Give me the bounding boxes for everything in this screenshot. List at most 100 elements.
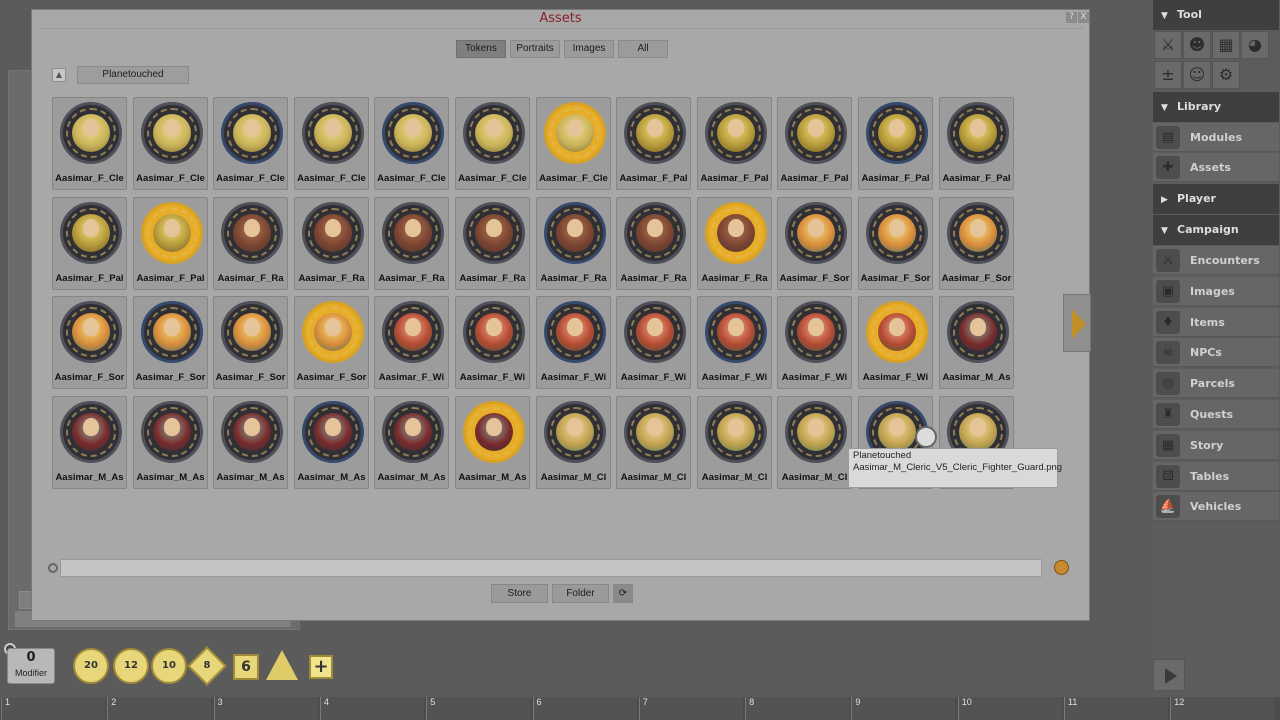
hotkey-slot[interactable]: 11 (1064, 697, 1168, 720)
token-cell[interactable]: Aasimar_F_Wi (777, 296, 852, 389)
colors-icon[interactable]: ◕ (1241, 31, 1269, 59)
token-cell[interactable]: Aasimar_F_Sor (858, 197, 933, 290)
token-cell[interactable]: Aasimar_F_Sor (133, 296, 208, 389)
party-sheet-icon[interactable]: ☻ (1183, 31, 1211, 59)
token-cell[interactable]: Aasimar_F_Cle (213, 97, 288, 190)
sidebar-item-story[interactable]: ▦ Story (1153, 430, 1279, 460)
hotkey-slot[interactable]: 12 (1170, 697, 1275, 720)
token-cell[interactable]: Aasimar_F_Pal (52, 197, 127, 290)
hotkey-slot[interactable]: 8 (745, 697, 850, 720)
calendar-icon[interactable]: ▦ (1212, 31, 1240, 59)
token-cell[interactable]: Aasimar_F_Sor (777, 197, 852, 290)
d6-die[interactable]: 6 (233, 654, 259, 680)
search-input[interactable] (60, 559, 1042, 577)
token-cell[interactable]: Aasimar_M_As (939, 296, 1014, 389)
token-cell[interactable]: Aasimar_M_As (455, 396, 530, 489)
tab-portraits[interactable]: Portraits (510, 40, 560, 58)
sidebar-item-encounters[interactable]: ⚔ Encounters (1153, 246, 1279, 275)
token-cell[interactable]: Aasimar_F_Pal (616, 97, 691, 190)
folder-button[interactable]: Folder (552, 584, 609, 603)
sidebar-item-quests[interactable]: ♜ Quests (1153, 400, 1279, 429)
tab-tokens[interactable]: Tokens (456, 40, 506, 58)
token-cell[interactable]: Aasimar_F_Ra (294, 197, 369, 290)
campaign-header[interactable]: ▼ Campaign (1153, 215, 1279, 245)
sidebar-item-parcels[interactable]: ◎ Parcels (1153, 369, 1279, 399)
folder-up-button[interactable]: ▲ (52, 68, 66, 82)
token-cell[interactable]: Aasimar_F_Pal (777, 97, 852, 190)
hotkey-slot[interactable]: 6 (532, 697, 637, 720)
hotkey-slot[interactable]: 5 (426, 697, 531, 720)
tool-header[interactable]: ▼ Tool (1153, 0, 1279, 30)
add-die-button[interactable]: + (309, 655, 333, 679)
token-cell[interactable]: Aasimar_F_Pal (697, 97, 772, 190)
combat-tracker-icon[interactable]: ⚔ (1154, 31, 1182, 59)
token-cell[interactable]: Aasimar_F_Cle (52, 97, 127, 190)
token-cell[interactable]: Aasimar_F_Pal (133, 197, 208, 290)
hotkey-slot[interactable]: 3 (213, 697, 318, 720)
hotkey-slot[interactable]: 1 (1, 697, 105, 720)
token-cell[interactable]: Aasimar_F_Cle (294, 97, 369, 190)
token-cell[interactable]: Aasimar_F_Sor (52, 296, 127, 389)
token-cell[interactable]: Aasimar_F_Pal (858, 97, 933, 190)
token-cell[interactable]: Aasimar_F_Wi (858, 296, 933, 389)
token-cell[interactable]: Aasimar_M_As (374, 396, 449, 489)
sidebar-item-modules[interactable]: ▤ Modules (1153, 123, 1279, 152)
token-cell[interactable]: Aasimar_M_Cl (616, 396, 691, 489)
token-cell[interactable]: Aasimar_F_Wi (536, 296, 611, 389)
sidebar-item-npcs[interactable]: ☠ NPCs (1153, 338, 1279, 368)
folder-planetouched[interactable]: Planetouched (77, 66, 189, 84)
token-cell[interactable]: Aasimar_F_Ra (616, 197, 691, 290)
token-cell[interactable]: Aasimar_M_As (52, 396, 127, 489)
hotkey-slot[interactable]: 7 (638, 697, 743, 720)
grid-view-icon[interactable] (1054, 560, 1069, 575)
sidebar-item-tables[interactable]: ⚄ Tables (1153, 461, 1279, 491)
sidebar-item-assets[interactable]: ✚ Assets (1153, 153, 1279, 182)
help-button[interactable]: ? (1066, 12, 1077, 23)
hotkey-slot[interactable]: 10 (957, 697, 1062, 720)
token-cell[interactable]: Aasimar_F_Cle (536, 97, 611, 190)
token-cell[interactable]: Aasimar_M_Cl (777, 396, 852, 489)
token-cell[interactable]: Aasimar_F_Ra (536, 197, 611, 290)
token-cell[interactable]: Aasimar_M_As (133, 396, 208, 489)
tab-images[interactable]: Images (564, 40, 614, 58)
token-cell[interactable]: Aasimar_F_Ra (455, 197, 530, 290)
token-cell[interactable]: Aasimar_F_Wi (455, 296, 530, 389)
token-cell[interactable]: Aasimar_F_Wi (697, 296, 772, 389)
token-cell[interactable]: Aasimar_F_Cle (374, 97, 449, 190)
token-cell[interactable]: Aasimar_F_Ra (374, 197, 449, 290)
token-cell[interactable]: Aasimar_F_Cle (133, 97, 208, 190)
token-cell[interactable]: Aasimar_M_Cl (697, 396, 772, 489)
d20-die[interactable]: 20 (73, 648, 109, 684)
refresh-button[interactable]: ⟳ (613, 584, 633, 603)
modifier-box[interactable]: 0 Modifier (7, 648, 55, 684)
d8-die[interactable]: 8 (187, 646, 227, 686)
token-cell[interactable]: Aasimar_F_Sor (213, 296, 288, 389)
player-header[interactable]: ▶ Player (1153, 184, 1279, 214)
token-cell[interactable]: Aasimar_M_As (213, 396, 288, 489)
effects-icon[interactable]: ☺ (1183, 61, 1211, 89)
d10-die[interactable]: 10 (151, 648, 187, 684)
sidebar-item-vehicles[interactable]: ⛵ Vehicles (1153, 492, 1279, 522)
token-cell[interactable]: Aasimar_F_Wi (616, 296, 691, 389)
token-cell[interactable]: Aasimar_F_Ra (213, 197, 288, 290)
tab-all[interactable]: All (618, 40, 668, 58)
library-header[interactable]: ▼ Library (1153, 92, 1279, 122)
d4-die[interactable] (266, 650, 298, 680)
token-cell[interactable]: Aasimar_M_As (294, 396, 369, 489)
hotkey-slot[interactable]: 2 (107, 697, 212, 720)
sidebar-item-items[interactable]: ♦ Items (1153, 307, 1279, 337)
token-cell[interactable]: Aasimar_F_Cle (455, 97, 530, 190)
d12-die[interactable]: 12 (113, 648, 149, 684)
options-icon[interactable]: ⚙ (1212, 61, 1240, 89)
token-cell[interactable]: Aasimar_F_Wi (374, 296, 449, 389)
modifiers-icon[interactable]: ± (1154, 61, 1182, 89)
store-button[interactable]: Store (491, 584, 548, 603)
token-cell[interactable]: Aasimar_M_Cl (536, 396, 611, 489)
play-button[interactable] (1153, 659, 1185, 691)
token-cell[interactable]: Aasimar_F_Sor (939, 197, 1014, 290)
hotkey-slot[interactable]: 9 (851, 697, 956, 720)
hotkey-slot[interactable]: 4 (319, 697, 424, 720)
token-cell[interactable]: Aasimar_F_Pal (939, 97, 1014, 190)
close-button[interactable]: X (1078, 12, 1089, 23)
next-page-button[interactable] (1063, 294, 1091, 352)
